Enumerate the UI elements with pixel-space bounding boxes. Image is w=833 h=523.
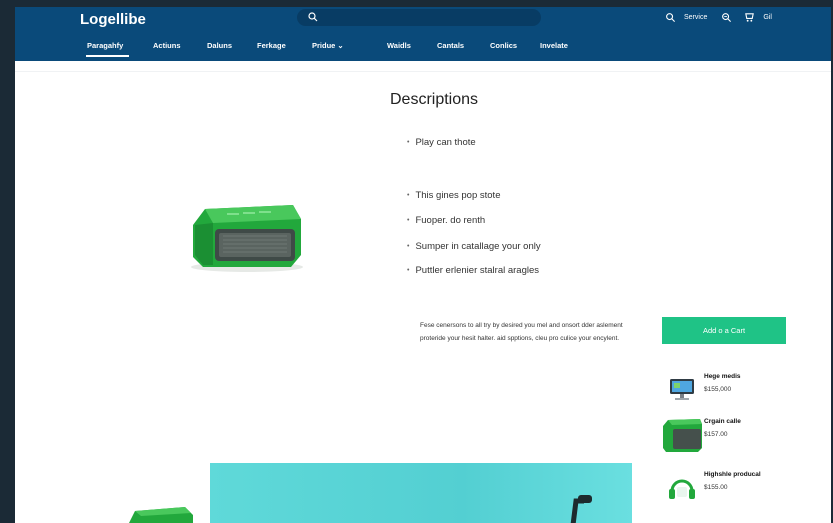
nav-item[interactable]: Actiuns xyxy=(153,41,181,50)
nav-item[interactable]: Conlics xyxy=(490,41,517,50)
related-product-item[interactable]: Hege medis $155,000 xyxy=(662,369,812,409)
product-image-secondary xyxy=(129,507,193,523)
nav-active-indicator xyxy=(86,55,129,57)
promo-banner xyxy=(210,463,632,523)
feature-bullet: Play can thote xyxy=(407,137,475,148)
nav-item[interactable]: Pridue ⌄ xyxy=(312,41,344,50)
nav-item[interactable]: Daluns xyxy=(207,41,232,50)
divider xyxy=(15,71,831,72)
service-link[interactable]: Service xyxy=(684,14,707,21)
feature-bullet: Fuoper. do renth xyxy=(407,215,485,226)
feature-bullet: Sumper in catallage your only xyxy=(407,241,540,252)
related-product-name: Highshle producal xyxy=(704,471,761,478)
related-product-item[interactable]: Crgain calle $157.00 xyxy=(662,414,812,454)
headphones-icon xyxy=(669,479,695,499)
nav-item[interactable]: Ferkage xyxy=(257,41,286,50)
monitor-icon xyxy=(670,379,694,400)
search-zoom-icon[interactable] xyxy=(721,12,732,23)
bike-silhouette-icon xyxy=(570,495,592,523)
browser-page: Logellibe Service Gil Paragahfy Actiuns … xyxy=(15,7,831,523)
add-to-cart-button[interactable]: Add o a Cart xyxy=(662,317,786,344)
nav-item[interactable]: Invelate xyxy=(540,41,568,50)
nav-item[interactable]: Waidls xyxy=(387,41,411,50)
search-icon xyxy=(308,12,318,22)
site-logo[interactable]: Logellibe xyxy=(80,11,146,28)
header-tools: Service Gil xyxy=(665,12,772,23)
related-product-price: $155,000 xyxy=(704,386,732,393)
product-title: Descriptions xyxy=(390,91,479,108)
product-image xyxy=(191,205,303,272)
site-header: Logellibe Service Gil Paragahfy Actiuns … xyxy=(15,7,831,61)
search-icon[interactable] xyxy=(665,12,676,23)
related-product-price: $155.00 xyxy=(704,484,728,491)
cart-icon[interactable] xyxy=(744,12,755,23)
related-product-name: Hege medis xyxy=(704,373,741,380)
product-description: Fese cenersons to all try by desired you… xyxy=(420,322,623,342)
related-product-name: Crgain calle xyxy=(704,418,741,425)
feature-bullet: Puttler erlenier stalral aragles xyxy=(407,265,539,276)
green-device-icon xyxy=(663,419,702,452)
feature-bullet: This gines pop stote xyxy=(407,190,500,201)
related-product-item[interactable]: Highshle producal $155.00 xyxy=(662,467,812,507)
related-product-price: $157.00 xyxy=(704,431,728,438)
search-bar[interactable] xyxy=(297,9,541,26)
nav-item[interactable]: Paragahfy xyxy=(87,41,123,50)
nav-item[interactable]: Cantals xyxy=(437,41,464,50)
account-link[interactable]: Gil xyxy=(763,14,772,21)
